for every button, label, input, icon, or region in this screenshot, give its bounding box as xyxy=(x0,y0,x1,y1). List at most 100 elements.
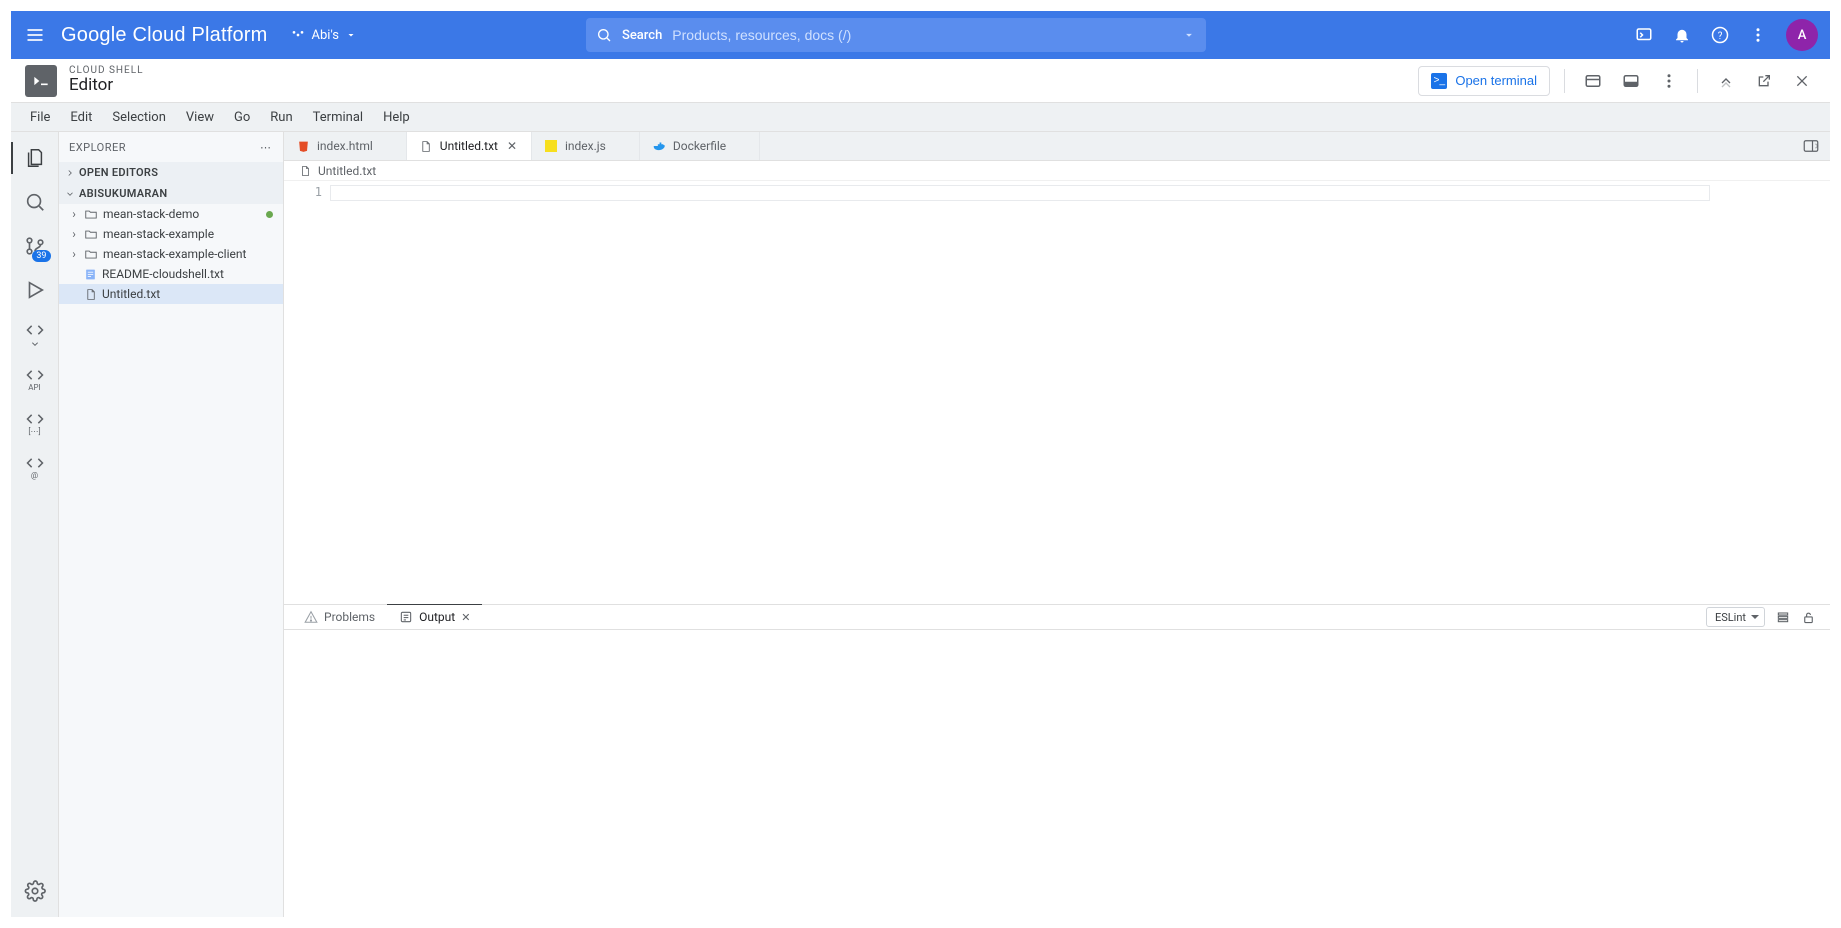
folder-icon xyxy=(84,247,98,261)
open-terminal-button[interactable]: >_ Open terminal xyxy=(1418,66,1550,96)
account-avatar[interactable]: A xyxy=(1786,19,1818,51)
current-line-highlight xyxy=(330,185,1710,201)
nav-menu-button[interactable] xyxy=(23,23,47,47)
tree-label: Untitled.txt xyxy=(102,287,160,301)
open-new-window-icon[interactable] xyxy=(1750,67,1778,95)
line-gutter: 1 xyxy=(284,181,330,604)
split-toggle-icon[interactable] xyxy=(1802,137,1820,155)
menu-file[interactable]: File xyxy=(21,107,59,128)
activity-debug[interactable] xyxy=(11,270,59,310)
main: 39 API [⋯] @ EXPLORER ⋯ xyxy=(11,132,1830,917)
text-file-icon xyxy=(419,139,433,153)
code-area[interactable] xyxy=(330,181,1830,604)
open-editors-section[interactable]: OPEN EDITORS xyxy=(59,162,283,183)
activity-cloudcode[interactable] xyxy=(11,314,59,354)
workspace-section[interactable]: ABISUKUMARAN xyxy=(59,183,283,204)
layout-icon[interactable] xyxy=(1617,67,1645,95)
api-label: API xyxy=(28,383,40,392)
editor-body[interactable]: 1 xyxy=(284,181,1830,604)
menu-view[interactable]: View xyxy=(177,107,223,128)
search-bar[interactable]: Search xyxy=(586,18,1206,52)
warning-icon xyxy=(304,610,318,624)
activity-scm[interactable]: 39 xyxy=(11,226,59,266)
search-input[interactable] xyxy=(672,27,1172,43)
clear-output-icon[interactable] xyxy=(1775,609,1791,625)
js-file-icon xyxy=(544,139,558,153)
tab-index-html[interactable]: index.html ✕ xyxy=(284,132,407,160)
divider xyxy=(1697,69,1698,93)
tab-label: Untitled.txt xyxy=(440,139,498,153)
explorer-title: EXPLORER xyxy=(69,141,126,154)
chevrons-icon xyxy=(25,320,45,340)
chevron-down-icon xyxy=(65,189,75,199)
menu-help[interactable]: Help xyxy=(374,107,419,128)
project-selector[interactable]: Abi's xyxy=(282,23,365,47)
output-source-dropdown[interactable]: ESLint xyxy=(1706,607,1765,627)
tab-dockerfile[interactable]: Dockerfile ✕ xyxy=(640,132,760,160)
notifications-icon[interactable] xyxy=(1672,25,1692,45)
menu-edit[interactable]: Edit xyxy=(61,107,101,128)
activity-more[interactable]: @ xyxy=(11,446,59,486)
gcp-logo[interactable]: Google Cloud Platform xyxy=(61,24,268,47)
tab-index-js[interactable]: index.js ✕ xyxy=(532,132,640,160)
activity-settings[interactable] xyxy=(11,871,59,911)
output-body[interactable] xyxy=(284,630,1830,917)
divider xyxy=(1564,69,1565,93)
scm-badge: 39 xyxy=(32,250,50,262)
header-right: ? A xyxy=(1634,19,1818,51)
search-label: Search xyxy=(622,28,662,43)
activity-explorer[interactable] xyxy=(11,138,59,178)
text-file-icon xyxy=(83,267,97,281)
chevron-right-icon: › xyxy=(69,247,79,261)
activity-search[interactable] xyxy=(11,182,59,222)
project-name: Abi's xyxy=(312,28,339,43)
close-icon[interactable]: ✕ xyxy=(505,139,519,153)
explorer-more-icon[interactable]: ⋯ xyxy=(260,141,273,154)
activity-api[interactable]: API xyxy=(11,358,59,398)
panel-tabs: Problems Output ✕ ESLint xyxy=(284,605,1830,630)
tree-label: mean-stack-example xyxy=(103,227,214,241)
tree-label: mean-stack-example-client xyxy=(103,247,246,261)
minimize-icon[interactable] xyxy=(1712,67,1740,95)
output-source-label: ESLint xyxy=(1715,611,1746,624)
menubar: File Edit Selection View Go Run Terminal… xyxy=(11,103,1830,132)
breadcrumb-label: Untitled.txt xyxy=(318,164,376,178)
menu-terminal[interactable]: Terminal xyxy=(304,107,372,128)
cloud-shell-toggle-icon[interactable] xyxy=(1634,25,1654,45)
docker-file-icon xyxy=(652,139,666,153)
more-vert-icon[interactable] xyxy=(1748,25,1768,45)
editor-area: index.html ✕ Untitled.txt ✕ index.js ✕ D… xyxy=(284,132,1830,917)
text-file-icon xyxy=(298,164,312,178)
more-options-icon[interactable] xyxy=(1655,67,1683,95)
close-panel-icon[interactable] xyxy=(1788,67,1816,95)
tab-label: index.html xyxy=(317,139,373,153)
open-terminal-label: Open terminal xyxy=(1455,73,1537,88)
explorer-header: EXPLORER ⋯ xyxy=(59,132,283,162)
tree-folder[interactable]: › mean-stack-example xyxy=(59,224,283,244)
tabs-actions xyxy=(1792,132,1830,160)
menu-run[interactable]: Run xyxy=(261,107,301,128)
chevrons-small-icon xyxy=(30,340,40,348)
files-icon xyxy=(24,147,46,169)
lock-scroll-icon[interactable] xyxy=(1801,610,1816,625)
tree-folder[interactable]: › mean-stack-demo xyxy=(59,204,283,224)
brackets-label: [⋯] xyxy=(28,427,40,436)
tree-file[interactable]: README-cloudshell.txt xyxy=(59,264,283,284)
folder-icon xyxy=(84,207,98,221)
tree-folder[interactable]: › mean-stack-example-client xyxy=(59,244,283,264)
editor-toggle-icon[interactable] xyxy=(1579,67,1607,95)
workspace-name: ABISUKUMARAN xyxy=(79,187,167,200)
search-caret-icon[interactable] xyxy=(1182,28,1196,42)
panel-tab-output[interactable]: Output ✕ xyxy=(387,604,482,629)
help-icon[interactable]: ? xyxy=(1710,25,1730,45)
text-cursor xyxy=(330,186,331,200)
close-icon[interactable]: ✕ xyxy=(461,611,470,624)
breadcrumb[interactable]: Untitled.txt xyxy=(284,161,1830,181)
activity-brackets[interactable]: [⋯] xyxy=(11,402,59,442)
panel-tab-problems[interactable]: Problems xyxy=(292,605,387,629)
tree-file[interactable]: Untitled.txt xyxy=(59,284,283,304)
menu-go[interactable]: Go xyxy=(225,107,259,128)
menu-selection[interactable]: Selection xyxy=(103,107,174,128)
tree-label: README-cloudshell.txt xyxy=(102,267,224,281)
tab-untitled[interactable]: Untitled.txt ✕ xyxy=(407,132,532,160)
